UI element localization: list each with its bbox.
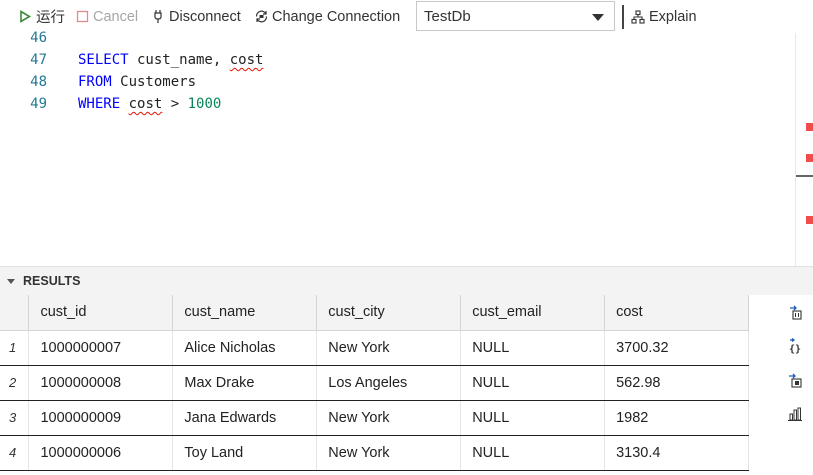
row-number: 4 [0, 435, 30, 471]
table-row[interactable]: 4 1000000006 Toy Land New York NULL 3130… [0, 435, 749, 471]
sql-editor[interactable]: 46 47 SELECT cust_name, cost 48 FROM Cus… [0, 30, 813, 266]
table-cell[interactable]: NULL [460, 435, 606, 471]
results-actions: {} [781, 295, 809, 435]
table-row[interactable]: 2 1000000008 Max Drake Los Angeles NULL … [0, 365, 749, 401]
code-text: FROM Customers [78, 71, 196, 93]
table-cell[interactable]: New York [316, 330, 462, 366]
table-cell[interactable]: Alice Nicholas [172, 330, 318, 366]
row-number: 3 [0, 400, 30, 436]
table-cell[interactable]: 1982 [604, 400, 749, 436]
play-icon [17, 9, 33, 25]
chevron-down-icon [592, 14, 604, 21]
code-line: 48 FROM Customers [0, 71, 795, 93]
table-cell[interactable]: Max Drake [172, 365, 318, 401]
code-line: 46 [0, 27, 795, 49]
column-header[interactable]: cust_city [316, 295, 462, 331]
table-cell[interactable]: New York [316, 400, 462, 436]
error-marker[interactable] [806, 123, 813, 131]
toolbar-divider [622, 5, 624, 29]
line-number: 49 [30, 96, 47, 112]
stop-icon [74, 9, 90, 25]
sql-error-token: cost [128, 96, 163, 112]
results-header[interactable]: RESULTS [0, 267, 813, 295]
table-cell[interactable]: NULL [460, 365, 606, 401]
column-header[interactable]: cust_name [172, 295, 318, 331]
results-grid[interactable]: cust_id cust_name cust_city cust_email c… [0, 295, 749, 471]
overview-ruler[interactable] [795, 33, 796, 266]
grid-header-row: cust_id cust_name cust_city cust_email c… [0, 295, 749, 331]
table-cell[interactable]: NULL [460, 330, 606, 366]
chevron-down-icon [7, 278, 15, 284]
change-connection-label: Change Connection [272, 8, 401, 25]
explain-label: Explain [649, 8, 697, 25]
database-select-value: TestDb [424, 7, 471, 25]
line-number: 46 [30, 30, 47, 46]
save-as-excel-button[interactable] [781, 367, 809, 395]
results-panel: RESULTS cust_id cust_name cust_city cust… [0, 266, 813, 475]
code-line: 49 WHERE cost > 1000 [0, 93, 795, 115]
code-line: 47 SELECT cust_name, cost [0, 49, 795, 71]
row-number-header [0, 295, 30, 331]
refresh-connection-icon [253, 9, 269, 25]
table-cell[interactable]: 1000000009 [28, 400, 174, 436]
row-number: 1 [0, 330, 30, 366]
sql-keyword: SELECT [78, 52, 129, 68]
row-number: 2 [0, 365, 30, 401]
table-cell[interactable]: New York [316, 435, 462, 471]
sql-keyword: WHERE [78, 96, 121, 112]
svg-text:{}: {} [789, 344, 801, 354]
table-row[interactable]: 3 1000000009 Jana Edwards New York NULL … [0, 400, 749, 436]
error-marker[interactable] [806, 216, 813, 224]
chart-button[interactable] [781, 401, 809, 429]
save-as-csv-button[interactable] [781, 299, 809, 327]
table-cell[interactable]: 562.98 [604, 365, 749, 401]
table-row[interactable]: 1 1000000007 Alice Nicholas New York NUL… [0, 330, 749, 366]
table-cell[interactable]: NULL [460, 400, 606, 436]
column-header[interactable]: cust_id [28, 295, 174, 331]
save-as-excel-icon [787, 372, 803, 391]
results-title: RESULTS [23, 274, 81, 288]
table-cell[interactable]: 3700.32 [604, 330, 749, 366]
cursor-position-marker [796, 175, 813, 177]
table-cell[interactable]: Los Angeles [316, 365, 462, 401]
run-label: 运行 [36, 10, 65, 26]
sql-keyword: FROM [78, 74, 112, 90]
table-cell[interactable]: Jana Edwards [172, 400, 318, 436]
plug-icon [150, 9, 166, 25]
cancel-label: Cancel [93, 8, 139, 25]
table-cell[interactable]: 1000000007 [28, 330, 174, 366]
explain-tree-icon [630, 9, 646, 25]
table-cell[interactable]: 1000000008 [28, 365, 174, 401]
column-header[interactable]: cost [604, 295, 749, 331]
sql-number-literal: 1000 [187, 96, 222, 112]
column-header[interactable]: cust_email [460, 295, 606, 331]
sql-text: cust_name, [128, 52, 230, 68]
disconnect-label: Disconnect [169, 8, 241, 25]
code-text: SELECT cust_name, cost [78, 49, 263, 71]
line-number: 48 [30, 74, 47, 90]
save-as-csv-icon [787, 304, 803, 323]
save-as-json-button[interactable]: {} [781, 333, 809, 361]
sql-text: > [162, 96, 188, 112]
sql-error-token: cost [229, 52, 264, 68]
save-as-json-icon: {} [787, 337, 803, 357]
code-text: WHERE cost > 1000 [78, 93, 221, 115]
line-number: 47 [30, 52, 47, 68]
table-cell[interactable]: Toy Land [172, 435, 318, 471]
chart-icon [787, 406, 803, 425]
sql-text: Customers [111, 74, 197, 90]
table-cell[interactable]: 1000000006 [28, 435, 174, 471]
table-cell[interactable]: 3130.4 [604, 435, 749, 471]
error-marker[interactable] [806, 154, 813, 162]
